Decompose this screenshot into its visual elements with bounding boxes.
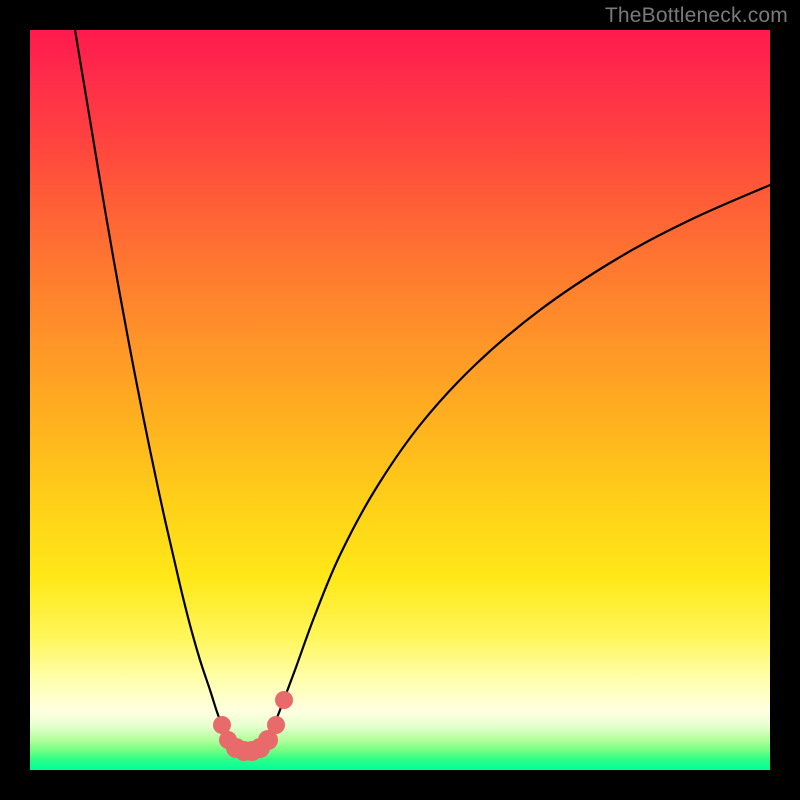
curve-right-branch bbox=[270, 185, 770, 735]
gradient-plot-area bbox=[30, 30, 770, 770]
curve-left-branch bbox=[75, 30, 226, 735]
valley-dot bbox=[267, 716, 285, 734]
curve-svg bbox=[30, 30, 770, 770]
watermark-text: TheBottleneck.com bbox=[605, 4, 788, 28]
valley-dot bbox=[275, 691, 293, 709]
valley-dots-group bbox=[213, 691, 293, 761]
